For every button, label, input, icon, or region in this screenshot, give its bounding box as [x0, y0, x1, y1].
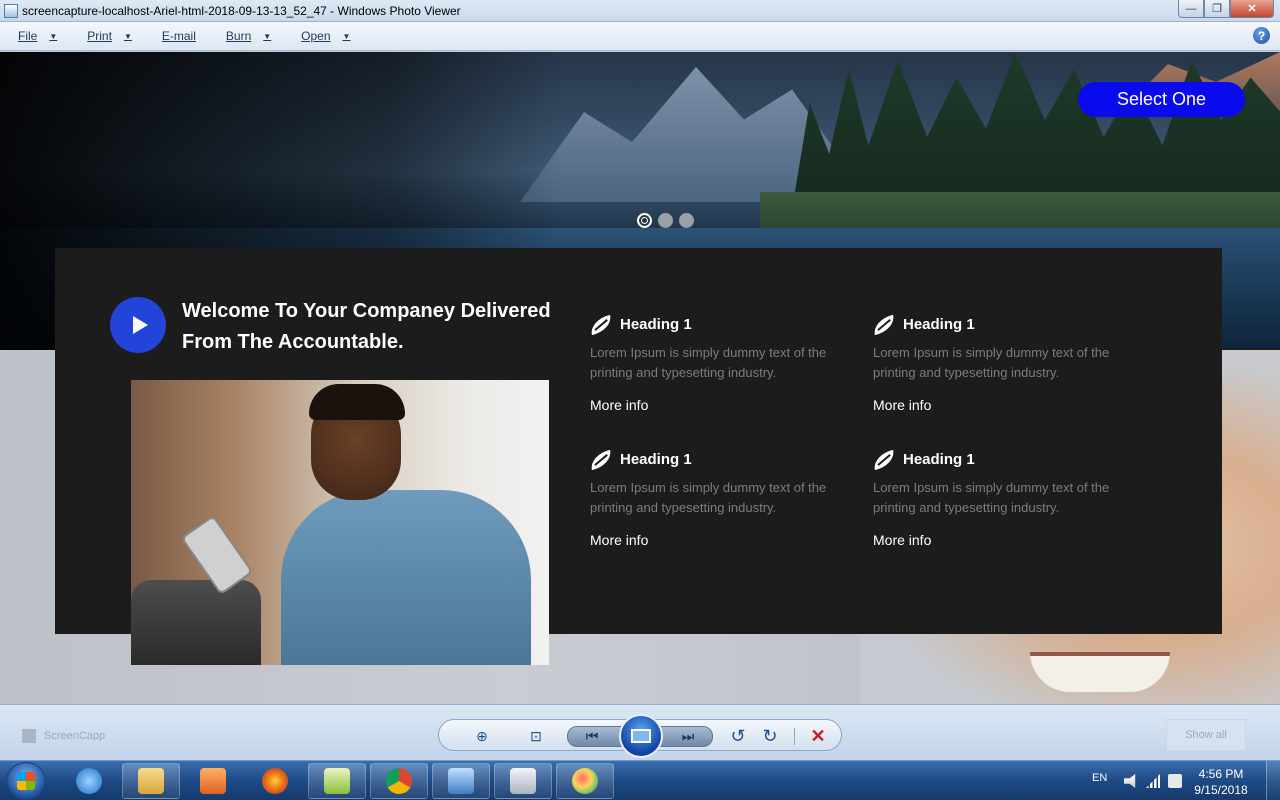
actual-size-icon[interactable]: ⊡ — [521, 720, 551, 752]
window-title: screencapture-localhost-Ariel-html-2018-… — [22, 3, 461, 18]
internet-explorer-icon — [76, 768, 102, 794]
feature-description: Lorem Ipsum is simply dummy text of the … — [873, 345, 1110, 380]
carousel-dot-3[interactable] — [679, 213, 694, 228]
leaf-icon — [871, 314, 897, 335]
next-icon[interactable]: ⏭ — [673, 720, 703, 752]
window-controls: — ❐ ✕ — [1178, 0, 1274, 18]
calculator-icon — [510, 768, 536, 794]
man-with-phone-photo — [131, 380, 549, 665]
feature-description: Lorem Ipsum is simply dummy text of the … — [873, 480, 1110, 515]
feature-heading: Heading 1 — [903, 316, 975, 333]
leaf-icon — [588, 449, 614, 470]
folder-icon — [138, 768, 164, 794]
system-tray: EN 4:56 PM 9/15/2018 — [1080, 761, 1280, 800]
more-info-link[interactable]: More info — [590, 532, 648, 548]
menu-bar: File ▼ Print ▼ E-mail Burn ▼ Open ▼ ? — [0, 22, 1280, 51]
play-icon — [132, 316, 148, 334]
taskbar-internet-explorer[interactable] — [60, 763, 118, 799]
previous-icon[interactable]: ⏮ — [577, 720, 607, 752]
taskbar-paint[interactable] — [556, 763, 614, 799]
leaf-icon — [871, 449, 897, 470]
slideshow-button[interactable] — [619, 714, 663, 758]
dropdown-arrow-icon: ▼ — [49, 31, 58, 41]
rotate-clockwise-icon[interactable]: ↻ — [755, 720, 785, 752]
menu-file[interactable]: File ▼ — [10, 29, 65, 43]
help-icon[interactable]: ? — [1253, 27, 1270, 44]
taskbar-media-player[interactable] — [184, 763, 242, 799]
show-desktop-button[interactable] — [1266, 761, 1280, 800]
clock-date[interactable]: 9/15/2018 — [1186, 783, 1256, 797]
viewer-controls: ⊕ ⊡ ⏮ ⏭ ↺ ↻ ✕ — [438, 714, 842, 758]
media-player-icon — [200, 768, 226, 794]
window-titlebar: screencapture-localhost-Ariel-html-2018-… — [0, 0, 1280, 22]
feature-card: Heading 1 Lorem Ipsum is simply dummy te… — [588, 314, 840, 415]
photo-viewer-app-icon — [4, 3, 18, 18]
dropdown-arrow-icon: ▼ — [342, 31, 351, 41]
speaker-icon[interactable] — [1124, 774, 1136, 788]
carousel-dots — [637, 213, 694, 228]
zoom-icon[interactable]: ⊕ — [467, 720, 497, 752]
menu-open[interactable]: Open ▼ — [293, 29, 358, 43]
photo-viewer-icon — [448, 768, 474, 794]
background-window-label: ScreenCapp — [22, 729, 105, 743]
feature-description: Lorem Ipsum is simply dummy text of the … — [590, 345, 827, 380]
more-info-link[interactable]: More info — [590, 397, 648, 413]
feature-heading: Heading 1 — [620, 451, 692, 468]
dropdown-arrow-icon: ▼ — [263, 31, 272, 41]
maximize-button[interactable]: ❐ — [1204, 0, 1230, 18]
clock-time[interactable]: 4:56 PM — [1186, 767, 1256, 781]
slideshow-icon — [631, 729, 651, 743]
taskbar-file-explorer[interactable] — [122, 763, 180, 799]
taskbar-firefox[interactable] — [246, 763, 304, 799]
minimize-button[interactable]: — — [1178, 0, 1204, 18]
action-center-icon[interactable] — [1168, 774, 1182, 788]
feature-card: Heading 1 Lorem Ipsum is simply dummy te… — [871, 314, 1123, 415]
more-info-link[interactable]: More info — [873, 532, 931, 548]
carousel-dot-2[interactable] — [658, 213, 673, 228]
delete-icon[interactable]: ✕ — [803, 720, 833, 752]
taskbar-chart-app[interactable] — [308, 763, 366, 799]
viewer-toolbar: ScreenCapp Show all ⊕ ⊡ ⏮ ⏭ ↺ ↻ ✕ — [0, 704, 1280, 760]
chart-app-icon — [324, 768, 350, 794]
network-signal-icon[interactable] — [1146, 774, 1160, 788]
menu-burn[interactable]: Burn ▼ — [218, 29, 279, 43]
taskbar-calculator[interactable] — [494, 763, 552, 799]
welcome-heading: Welcome To Your Companey Delivered From … — [182, 300, 551, 353]
firefox-icon — [262, 768, 288, 794]
select-one-button[interactable]: Select One — [1078, 82, 1245, 117]
content-panel: Welcome To Your Companey Delivered From … — [55, 248, 1222, 665]
close-window-button[interactable]: ✕ — [1230, 0, 1274, 18]
menu-email[interactable]: E-mail — [154, 29, 204, 43]
taskbar-chrome[interactable] — [370, 763, 428, 799]
windows-logo-icon — [17, 772, 35, 790]
taskbar-photo-viewer[interactable] — [432, 763, 490, 799]
feature-card: Heading 1 Lorem Ipsum is simply dummy te… — [871, 449, 1123, 550]
image-viewport: Select One Welcome To Your Companey Deli… — [0, 52, 1280, 704]
leaf-icon — [588, 314, 614, 335]
start-button[interactable] — [6, 762, 46, 800]
dropdown-arrow-icon: ▼ — [123, 31, 132, 41]
more-info-link[interactable]: More info — [873, 397, 931, 413]
feature-description: Lorem Ipsum is simply dummy text of the … — [590, 480, 827, 515]
windows-taskbar: EN 4:56 PM 9/15/2018 — [0, 760, 1280, 800]
carousel-dot-1[interactable] — [637, 213, 652, 228]
feature-heading: Heading 1 — [903, 451, 975, 468]
feature-heading: Heading 1 — [620, 316, 692, 333]
app-icon — [22, 729, 36, 743]
chrome-icon — [386, 768, 412, 794]
paint-icon — [572, 768, 598, 794]
play-video-button[interactable] — [110, 297, 166, 353]
rotate-counterclockwise-icon[interactable]: ↺ — [723, 720, 753, 752]
language-indicator[interactable]: EN — [1092, 772, 1107, 784]
feature-card: Heading 1 Lorem Ipsum is simply dummy te… — [588, 449, 840, 550]
menu-print[interactable]: Print ▼ — [79, 29, 140, 43]
background-show-all-button: Show all — [1166, 719, 1246, 751]
